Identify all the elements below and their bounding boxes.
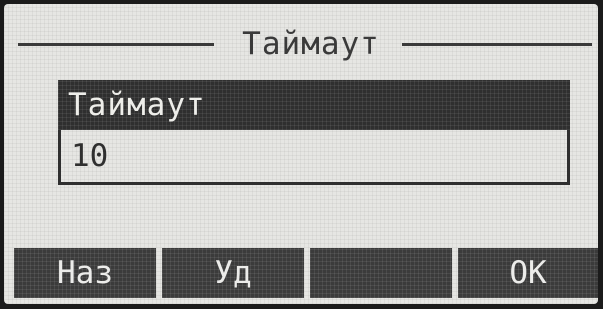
dialog-title: Таймаут (242, 26, 380, 62)
timeout-value: 10 (71, 138, 109, 174)
field-label-bar: Таймаут (58, 80, 570, 130)
ok-softkey[interactable]: OK (458, 248, 598, 298)
back-softkey[interactable]: Наз (14, 248, 156, 298)
dialog-title-bar: Таймаут (18, 26, 592, 62)
field-label: Таймаут (68, 87, 206, 123)
empty-softkey[interactable] (310, 248, 452, 298)
title-divider-left (18, 43, 214, 46)
softkey-bar: Наз Уд OK (14, 248, 598, 298)
title-divider-right (402, 43, 592, 46)
timeout-input[interactable]: 10 (58, 130, 570, 185)
delete-softkey[interactable]: Уд (162, 248, 304, 298)
lcd-screen: Таймаут Таймаут 10 Наз Уд OK (4, 4, 598, 304)
